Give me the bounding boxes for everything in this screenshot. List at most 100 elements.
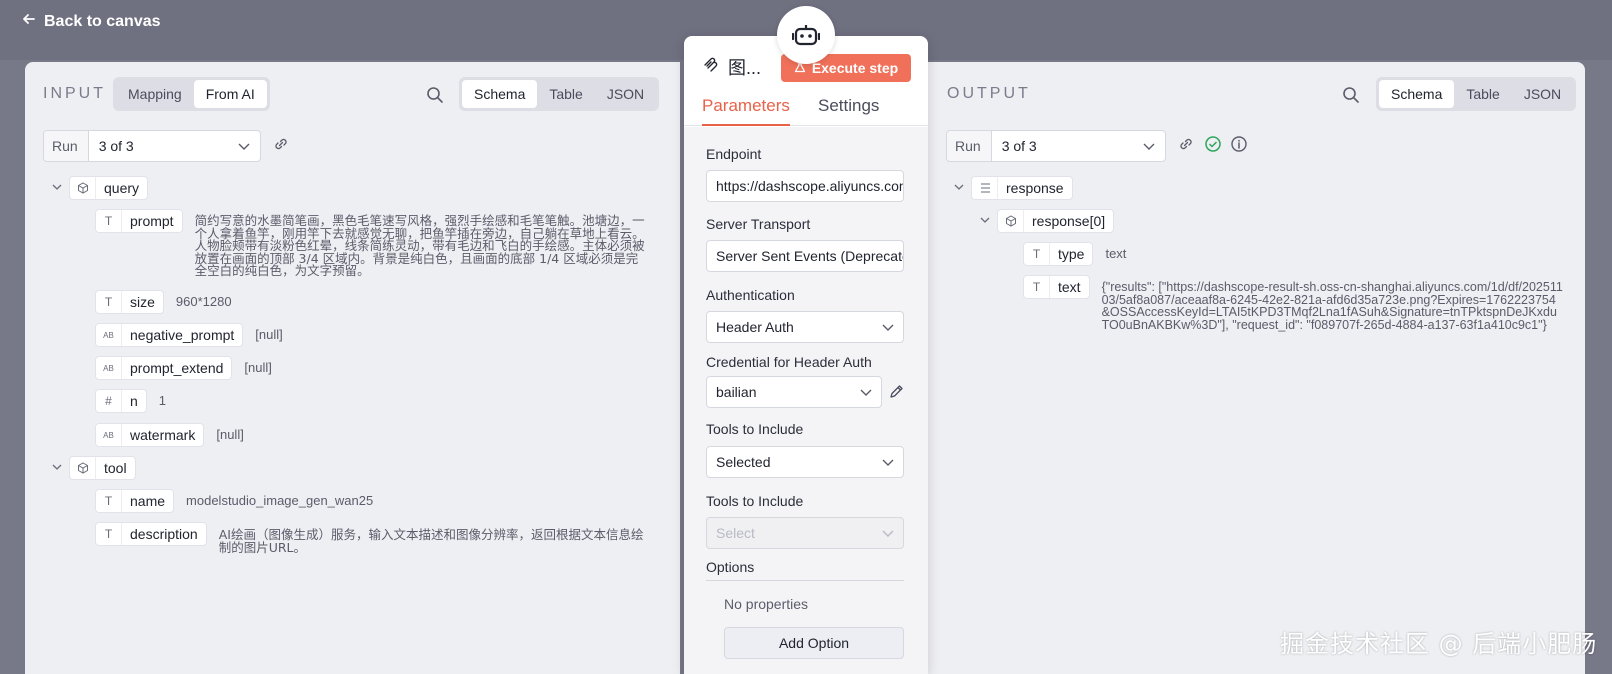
tree-node-response: response — [971, 176, 1073, 200]
input-mode-tabs: Mapping From AI — [113, 77, 270, 111]
tree-node-description: Tdescription AI绘画（图像生成）服务，输入文本描述和图像分辨率，返… — [95, 522, 655, 554]
field-label: description — [130, 526, 198, 542]
field-label: type — [1058, 246, 1085, 262]
field-label: response[0] — [1032, 213, 1106, 229]
tree-node-negative-prompt: AB negative_prompt [null] — [95, 323, 283, 347]
hash-icon: # — [96, 390, 122, 412]
run-value: 3 of 3 — [1001, 138, 1037, 154]
node-title: 图... — [702, 54, 761, 80]
run-select[interactable]: Run 3 of 3 — [946, 130, 1166, 162]
field-value: AI绘画（图像生成）服务，输入文本描述和图像分辨率，返回根据文本信息绘制的图片U… — [218, 527, 644, 555]
run-value: 3 of 3 — [98, 138, 134, 154]
field-label: name — [130, 493, 166, 509]
add-option-button[interactable]: Add Option — [724, 627, 904, 659]
field-label: size — [130, 294, 155, 310]
text-type-icon: T — [1024, 276, 1050, 298]
arrow-left-icon — [22, 12, 36, 31]
ab-type-icon: AB — [96, 424, 122, 446]
no-properties-text: No properties — [724, 596, 809, 612]
credential-select[interactable]: bailian — [706, 376, 882, 408]
node-title-label: 图... — [728, 58, 762, 78]
text-type-icon: T — [96, 291, 122, 313]
tab-settings[interactable]: Settings — [818, 96, 879, 124]
tools-include-label: Tools to Include — [706, 421, 804, 437]
tree-node-query: query — [69, 176, 149, 200]
mcp-icon — [702, 56, 720, 79]
back-to-canvas-button[interactable]: Back to canvas — [22, 12, 161, 31]
run-select[interactable]: Run 3 of 3 — [43, 130, 261, 162]
cube-icon — [70, 457, 96, 479]
tree-node-name: Tname modelstudio_image_gen_wan25 — [95, 489, 373, 513]
field-value: [null] — [216, 427, 244, 442]
authentication-label: Authentication — [706, 287, 795, 303]
ai-agent-icon — [777, 6, 835, 64]
tree-node-size: Tsize 960*1280 — [95, 290, 232, 314]
endpoint-label: Endpoint — [706, 146, 762, 162]
field-value: modelstudio_image_gen_wan25 — [186, 493, 374, 508]
tools-include-value: Selected — [716, 454, 771, 470]
field-label: query — [104, 180, 140, 196]
chevron-down-icon[interactable] — [954, 182, 964, 194]
input-panel: INPUT Mapping From AI Schema Table JSON … — [25, 62, 680, 674]
tab-schema[interactable]: Schema — [1379, 80, 1455, 108]
execute-step-label: Execute step — [811, 60, 899, 76]
server-transport-select[interactable]: Server Sent Events (Deprecated) — [706, 240, 904, 272]
tree-node-prompt: Tprompt 简约写意的水墨简笔画，黑色毛笔速写风格，强烈手绘感和毛笔笔触。池… — [95, 209, 655, 278]
tools-include-select[interactable]: Selected — [706, 446, 904, 478]
field-value: 960*1280 — [175, 294, 232, 309]
tree-node-watermark: AB watermark [null] — [95, 423, 244, 447]
tab-table[interactable]: Table — [537, 80, 594, 108]
tab-schema[interactable]: Schema — [462, 80, 538, 108]
tools-select-placeholder: Select — [716, 525, 755, 541]
list-icon — [972, 177, 998, 199]
output-view-tabs: Schema Table JSON — [1376, 77, 1577, 111]
node-parameters-panel: 图... Execute step Parameters Settings En… — [684, 36, 928, 674]
field-value: {"results": ["https://dashscope-result-s… — [1101, 280, 1563, 332]
authentication-select[interactable]: Header Auth — [706, 311, 904, 343]
text-type-icon: T — [96, 210, 122, 232]
server-transport-label: Server Transport — [706, 216, 811, 232]
field-value: [null] — [244, 360, 272, 375]
chevron-down-icon — [882, 319, 894, 335]
output-panel: OUTPUT Schema Table JSON Run 3 of 3 resp… — [928, 62, 1585, 674]
text-type-icon: T — [1024, 243, 1050, 265]
chevron-down-icon[interactable] — [980, 215, 990, 227]
field-label: response — [1006, 180, 1064, 196]
field-value: text — [1105, 246, 1127, 261]
search-icon[interactable] — [1342, 86, 1360, 104]
chevron-down-icon[interactable] — [52, 182, 62, 194]
pencil-icon[interactable] — [889, 384, 904, 402]
ab-type-icon: AB — [96, 324, 122, 346]
options-divider — [706, 580, 904, 581]
authentication-value: Header Auth — [716, 319, 794, 335]
credential-value: bailian — [716, 384, 757, 400]
cube-icon — [998, 210, 1024, 232]
tab-table[interactable]: Table — [1454, 80, 1511, 108]
output-panel-title: OUTPUT — [947, 85, 1031, 102]
chevron-down-icon[interactable] — [52, 462, 62, 474]
link-icon[interactable] — [1178, 136, 1196, 154]
options-label: Options — [706, 559, 755, 575]
tree-node-tool: tool — [69, 456, 136, 480]
field-label: tool — [104, 460, 127, 476]
field-label: n — [130, 393, 138, 409]
input-view-tabs: Schema Table JSON — [459, 77, 660, 111]
watermark-text: 掘金技术社区 @ 后端小肥肠 — [1280, 630, 1598, 658]
tab-parameters[interactable]: Parameters — [702, 96, 790, 126]
info-icon[interactable] — [1230, 135, 1248, 153]
field-label: watermark — [130, 427, 196, 443]
endpoint-input[interactable]: https://dashscope.aliyuncs.com — [706, 170, 904, 202]
tab-mapping[interactable]: Mapping — [116, 80, 194, 108]
parameters-form: Endpoint https://dashscope.aliyuncs.com … — [684, 127, 928, 674]
chevron-down-icon — [238, 138, 260, 154]
tab-from-ai[interactable]: From AI — [193, 80, 267, 108]
tab-json[interactable]: JSON — [595, 80, 656, 108]
ab-type-icon: AB — [96, 357, 122, 379]
field-label: negative_prompt — [130, 327, 235, 343]
search-icon[interactable] — [426, 86, 444, 104]
link-icon[interactable] — [273, 136, 291, 154]
text-type-icon: T — [96, 490, 122, 512]
field-label: prompt_extend — [130, 360, 224, 376]
tab-json[interactable]: JSON — [1512, 80, 1573, 108]
chevron-down-icon — [1143, 138, 1165, 154]
